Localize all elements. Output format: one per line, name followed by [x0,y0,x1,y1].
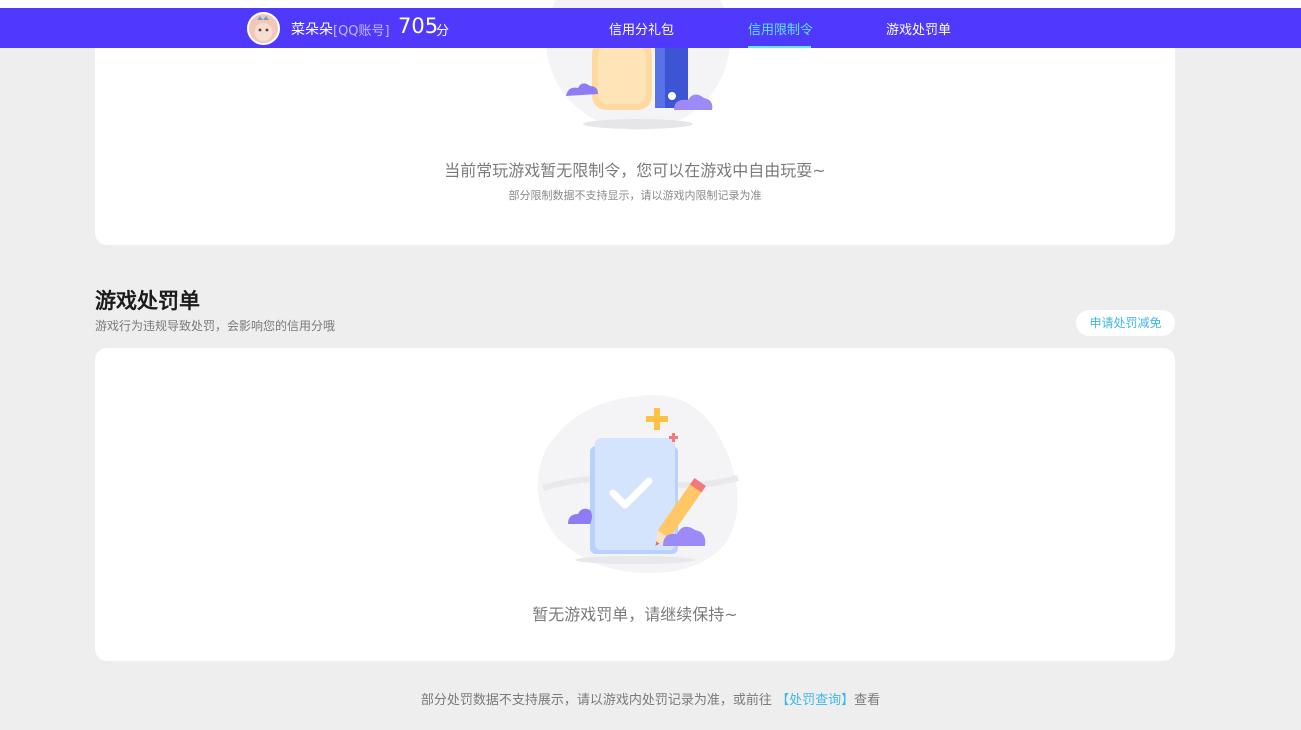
restriction-note: 部分限制数据不支持显示，请以游戏内限制记录为准 [508,189,762,202]
penalty-section-subtitle: 游戏行为违规导致处罚，会影响您的信用分哦 [95,319,336,333]
penalty-card: 暂无游戏罚单，请继续保持~ [95,348,1175,661]
penalty-empty-text: 暂无游戏罚单，请继续保持~ [532,605,738,624]
penalty-query-link[interactable]: 【处罚查询】 [776,693,854,708]
apply-penalty-reduction-button[interactable]: 申请处罚减免 [1076,310,1175,336]
credit-score: 705 [398,14,439,38]
score-unit: 分 [436,24,450,39]
account-type: [QQ账号] [333,24,390,39]
active-tab-underline [748,46,811,48]
document-check-illustration [537,395,739,573]
penalty-section-title: 游戏处罚单 [95,289,200,313]
tab-credit-restriction[interactable]: 信用限制令 [748,19,813,38]
tab-credit-gift[interactable]: 信用分礼包 [609,19,674,38]
restriction-empty-text: 当前常玩游戏暂无限制令，您可以在游戏中自由玩耍~ [444,161,826,180]
footer-note: 部分处罚数据不支持展示，请以游戏内处罚记录为准，或前往 【处罚查询】查看 [0,689,1301,708]
footer-suffix: 查看 [854,693,881,708]
footer-text: 部分处罚数据不支持展示，请以游戏内处罚记录为准，或前往 [420,693,772,708]
tab-game-penalty[interactable]: 游戏处罚单 [886,19,951,38]
user-nickname: 菜朵朵 [291,22,333,38]
avatar[interactable] [247,12,280,45]
